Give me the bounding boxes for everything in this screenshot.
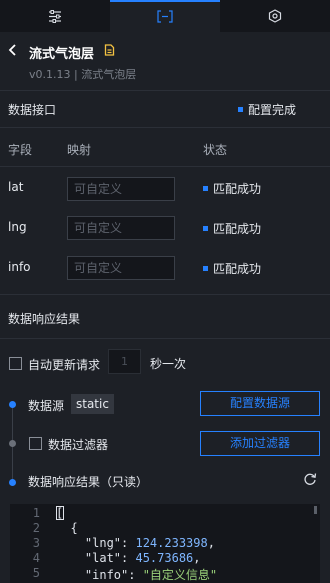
divider [0, 294, 330, 295]
component-header: 流式气泡层 v0.1.13 | 流式气泡层 [0, 32, 330, 88]
panel-tabs [0, 0, 330, 32]
data-interface-title: 数据接口 [8, 103, 57, 117]
response-result-label: 数据响应结果（只读） [28, 475, 149, 489]
data-source-label: 数据源 [28, 399, 65, 413]
status-dot-icon [203, 186, 208, 191]
tab-interaction[interactable] [220, 0, 330, 32]
status-dot-icon [203, 226, 208, 231]
match-status-label: 匹配成功 [213, 262, 262, 276]
mapping-input-lat[interactable] [67, 177, 175, 201]
divider [0, 90, 330, 91]
code-string: "自定义信息" [142, 568, 218, 582]
column-header-field: 字段 [8, 143, 33, 157]
code-token: { [56, 521, 78, 535]
component-doc-icon[interactable] [104, 44, 115, 56]
line-number: 2 [32, 521, 40, 535]
code-line-2: { [56, 521, 78, 535]
pipeline-dot-source [9, 401, 16, 408]
tab-style[interactable] [0, 0, 110, 32]
refresh-icon[interactable] [303, 472, 317, 486]
status-dot-icon [203, 266, 208, 271]
filter-checkbox[interactable] [29, 437, 42, 450]
code-key: "lng": [56, 536, 136, 550]
response-code-viewer[interactable]: 1 2 3 4 5 [ { "lng": 124.233398, "lat": … [10, 504, 320, 583]
match-status-label: 匹配成功 [213, 182, 262, 196]
pipeline-dot-filter [9, 440, 16, 447]
code-line-4: "lat": 45.73686, [56, 551, 201, 565]
config-status: 配置完成 [238, 101, 296, 118]
field-name-info: info [8, 260, 31, 274]
code-token: , [193, 551, 201, 565]
configure-source-button[interactable]: 配置数据源 [200, 391, 320, 416]
code-line-3: "lng": 124.233398, [56, 536, 215, 550]
line-number-gutter: 1 2 3 4 5 [10, 504, 46, 583]
match-status-lat: 匹配成功 [203, 180, 261, 197]
interval-unit-label: 秒一次 [150, 357, 187, 371]
match-status-lng: 匹配成功 [203, 220, 261, 237]
match-status-info: 匹配成功 [203, 260, 261, 277]
add-filter-button[interactable]: 添加过滤器 [200, 431, 320, 456]
code-line-5: "info": "自定义信息" [56, 566, 217, 583]
code-number: 124.233398 [135, 536, 208, 550]
interval-input[interactable]: 1 [108, 349, 141, 374]
line-number: 1 [32, 506, 40, 520]
mapping-input-lng[interactable] [67, 216, 175, 240]
field-name-lat: lat [8, 180, 24, 194]
divider [0, 338, 330, 339]
pipeline-dot-result [9, 479, 16, 486]
divider [0, 166, 330, 167]
code-number: 45.73686 [135, 551, 194, 565]
line-number: 4 [32, 551, 40, 565]
data-icon [157, 9, 173, 23]
code-token: , [207, 536, 215, 550]
auto-update-label: 自动更新请求 [28, 358, 101, 372]
code-line-1: [ [56, 506, 63, 520]
component-version: v0.1.13 | 流式气泡层 [29, 68, 137, 81]
line-number: 3 [32, 536, 40, 550]
config-status-label: 配置完成 [248, 103, 297, 117]
data-source-tag: static [71, 394, 114, 414]
tab-data[interactable] [110, 0, 220, 32]
code-key: "lat": [56, 551, 136, 565]
field-name-lng: lng [8, 220, 27, 234]
match-status-label: 匹配成功 [213, 222, 262, 236]
divider [0, 127, 330, 128]
column-header-status: 状态 [203, 143, 228, 157]
component-title: 流式气泡层 [29, 47, 95, 62]
data-filter-label: 数据过滤器 [48, 438, 109, 452]
back-arrow-icon[interactable] [6, 42, 20, 58]
code-token: [ [56, 506, 64, 520]
column-header-mapping: 映射 [67, 143, 92, 157]
response-title: 数据响应结果 [8, 312, 81, 326]
code-scrollbar[interactable] [314, 506, 317, 514]
sliders-icon [49, 9, 61, 23]
line-number: 5 [32, 566, 40, 580]
interaction-icon [268, 9, 282, 23]
auto-update-checkbox[interactable] [9, 357, 22, 370]
status-dot-icon [238, 107, 243, 112]
mapping-input-info[interactable] [67, 256, 175, 280]
code-key: "info": [56, 568, 143, 582]
